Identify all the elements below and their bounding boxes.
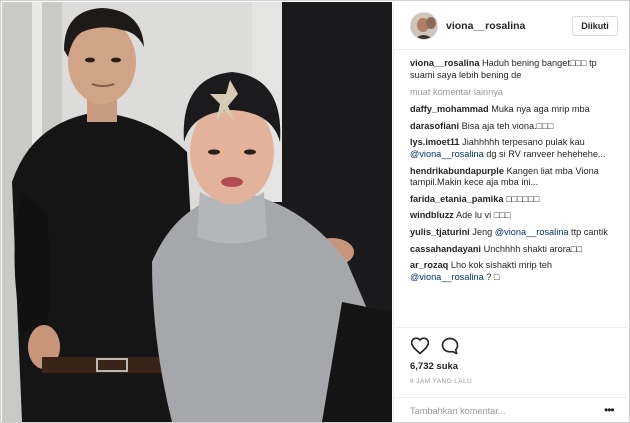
post-photo[interactable] (2, 2, 392, 422)
comment-item: hendrikabundapurple Kangen liat mba Vion… (410, 166, 622, 189)
avatar[interactable] (410, 12, 438, 40)
comment-item: cassahandayani Unchhhh shakti arora□□ (410, 244, 622, 256)
comment-text: Lho kok sishakti mrip teh (450, 260, 552, 271)
comment-mention-link[interactable]: @viona__rosalina (410, 272, 484, 282)
post-side-panel: viona__rosalina Diikuti viona__rosalina … (393, 2, 630, 422)
likes-count[interactable]: 6,732 suka (410, 361, 458, 372)
comment-text: Jeng (472, 226, 495, 237)
comment-text: Muka nya aga mrip mba (491, 104, 590, 115)
load-more-comments-link[interactable]: muat komentar lainnya (410, 87, 622, 97)
comment-item: lys.imoet11 Jiahhhhh terpesano pulak kau… (410, 137, 622, 160)
comment-username[interactable]: hendrikabundapurple (410, 166, 504, 176)
post-author-username[interactable]: viona__rosalina (446, 20, 525, 32)
comment-item: darasofiani Bisa aja teh viona.□□□ (410, 121, 622, 133)
heart-outline-icon[interactable] (410, 336, 430, 356)
comment-username[interactable]: yulis_tjaturini (410, 227, 470, 237)
following-button[interactable]: Diikuti (572, 16, 618, 36)
comment-username[interactable]: ar_rozaq (410, 260, 448, 270)
comment-mention-link[interactable]: @viona__rosalina (495, 227, 569, 237)
photo-illustration (2, 2, 392, 422)
add-comment-bar: ••• (394, 397, 630, 422)
comment-username[interactable]: daffy_mohammad (410, 104, 489, 114)
add-comment-input[interactable] (410, 405, 590, 417)
comment-item: farida_etania_pamika □□□□□□ (410, 194, 622, 206)
comment-username[interactable]: cassahandayani (410, 244, 481, 254)
instagram-post-window: viona__rosalina Diikuti viona__rosalina … (0, 0, 630, 423)
post-timestamp[interactable]: 8 JAM YANG LALU (410, 378, 472, 385)
avatar-image (411, 13, 437, 39)
comment-text-continued: ? □ (483, 271, 500, 282)
comments-list: viona__rosalina Haduh bening banget□□□ t… (410, 58, 622, 330)
comment-text-continued: ttp cantik (568, 226, 608, 237)
comment-text-continued: dg si RV ranveer hehehehe... (483, 148, 606, 159)
comment-text: Unchhhh shakti arora□□ (483, 243, 582, 254)
caption-comment: viona__rosalina Haduh bening banget□□□ t… (410, 58, 622, 81)
comment-text: □□□□□□ (506, 193, 540, 204)
speech-bubble-icon[interactable] (440, 336, 460, 356)
comment-text: Bisa aja teh viona.□□□ (461, 120, 554, 131)
comment-text: Jiahhhhh terpesano pulak kau (462, 137, 585, 148)
comment-username[interactable]: lys.imoet11 (410, 137, 460, 147)
comment-mention-link[interactable]: @viona__rosalina (410, 149, 484, 159)
comment-username[interactable]: viona__rosalina (410, 58, 479, 68)
more-options-icon[interactable]: ••• (604, 404, 618, 416)
comment-item: daffy_mohammad Muka nya aga mrip mba (410, 104, 622, 116)
comment-item: windbluzz Ade lu vi □□□ (410, 210, 622, 222)
comment-item: yulis_tjaturini Jeng @viona__rosalina tt… (410, 227, 622, 239)
comment-text: Ade lu vi □□□ (455, 210, 511, 221)
comment-username[interactable]: darasofiani (410, 121, 459, 131)
post-actions: 6,732 suka 8 JAM YANG LALU (394, 327, 630, 405)
comment-username[interactable]: farida_etania_pamika (410, 194, 503, 204)
comment-item: ar_rozaq Lho kok sishakti mrip teh @vion… (410, 260, 622, 283)
post-header: viona__rosalina Diikuti (394, 2, 630, 50)
comment-username[interactable]: windbluzz (410, 210, 454, 220)
